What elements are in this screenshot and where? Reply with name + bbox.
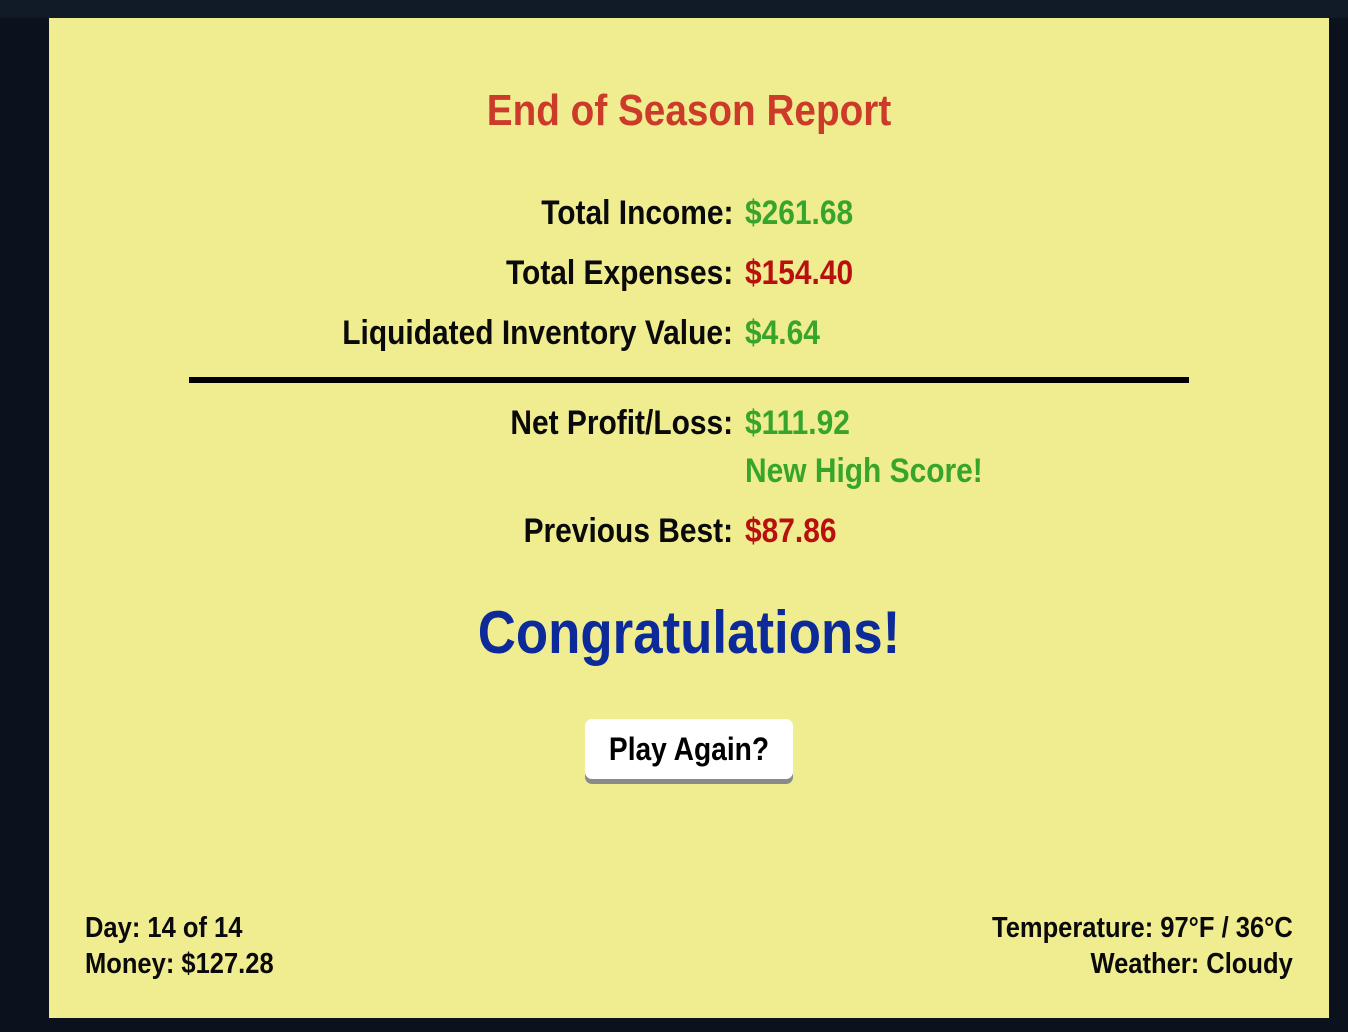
temperature-display: Temperature: 97°F / 36°C [992,912,1293,944]
total-income-label: Total Income: [540,194,733,232]
total-income-value: $261.68 [745,194,854,232]
previous-best-row: Previous Best: $87.86 [49,512,1329,556]
report-title: End of Season Report [486,86,892,135]
total-income-row: Total Income: $261.68 [49,194,1329,238]
day-counter: Day: 14 of 14 [85,912,243,944]
status-left: Day: 14 of 14 Money: $127.28 [85,910,274,982]
new-high-score-note: New High Score! [745,452,983,490]
status-right: Temperature: 97°F / 36°C Weather: Cloudy [992,910,1293,982]
net-profit-row: Net Profit/Loss: $111.92 [49,404,1329,448]
season-report-panel: End of Season Report Total Income: $261.… [49,18,1329,1018]
report-divider [189,377,1189,383]
net-profit-value: $111.92 [745,404,850,442]
previous-best-value: $87.86 [745,512,837,550]
total-expenses-row: Total Expenses: $154.40 [49,254,1329,298]
top-bar [0,0,1348,18]
previous-best-label: Previous Best: [523,512,733,550]
net-profit-label: Net Profit/Loss: [510,404,733,442]
congratulations-message: Congratulations! [477,599,901,666]
weather-display: Weather: Cloudy [1090,948,1293,980]
liquidated-inventory-value: $4.64 [745,314,820,352]
play-again-label: Play Again? [608,730,770,767]
liquidated-inventory-label: Liquidated Inventory Value: [342,314,733,352]
total-expenses-label: Total Expenses: [505,254,733,292]
liquidated-inventory-row: Liquidated Inventory Value: $4.64 [49,314,1329,358]
play-again-button[interactable]: Play Again? [585,719,793,779]
total-expenses-value: $154.40 [745,254,854,292]
money-display: Money: $127.28 [85,948,274,980]
